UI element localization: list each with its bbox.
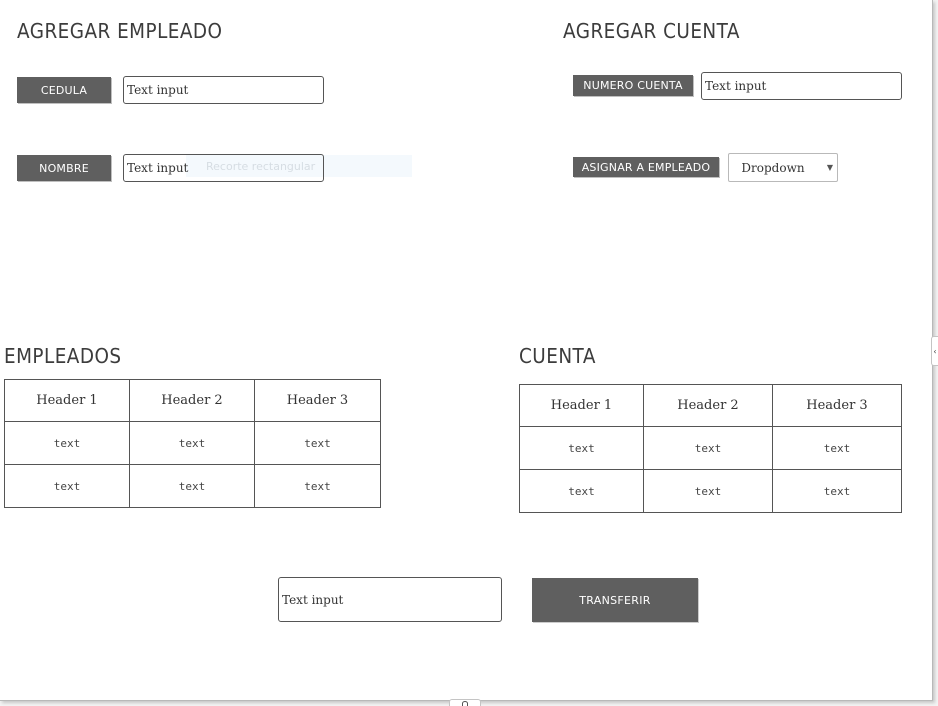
mockup-canvas: AGREGAR EMPLEADO CEDULA NOMBRE Recorte r… (0, 0, 933, 701)
empleados-table: Header 1 Header 2 Header 3 text text tex… (4, 379, 381, 508)
side-panel-handle[interactable]: ‹ (931, 336, 938, 366)
bottom-panel-handle[interactable] (449, 699, 481, 706)
table-row[interactable]: text text text (4, 421, 381, 465)
agregar-cuenta-title: AGREGAR CUENTA (563, 19, 740, 43)
table-cell: text (4, 464, 130, 508)
table-cell: text (772, 469, 902, 513)
table-cell: text (519, 469, 644, 513)
table-row[interactable]: text text text (519, 469, 902, 513)
table-header-row: Header 1 Header 2 Header 3 (519, 384, 902, 427)
cedula-input[interactable] (123, 76, 324, 104)
column-header[interactable]: Header 3 (772, 384, 902, 427)
table-row[interactable]: text text text (4, 464, 381, 508)
triangle-down-icon: ▼ (826, 163, 834, 172)
table-cell: text (4, 421, 130, 465)
column-header[interactable]: Header 1 (4, 379, 130, 422)
asignar-empleado-label: ASIGNAR A EMPLEADO (573, 157, 719, 177)
table-cell: text (772, 426, 902, 470)
empleados-title: EMPLEADOS (4, 344, 122, 368)
table-cell: text (643, 426, 773, 470)
table-cell: text (129, 421, 255, 465)
column-header[interactable]: Header 2 (643, 384, 773, 427)
table-cell: text (254, 421, 381, 465)
numero-cuenta-label: NUMERO CUENTA (573, 75, 693, 96)
empleado-dropdown[interactable]: Dropdown ▼ (728, 153, 838, 182)
column-header[interactable]: Header 2 (129, 379, 255, 422)
table-cell: text (643, 469, 773, 513)
nombre-input[interactable] (123, 154, 324, 182)
transfer-amount-input[interactable] (278, 577, 502, 622)
table-cell: text (519, 426, 644, 470)
table-row[interactable]: text text text (519, 426, 902, 470)
table-cell: text (129, 464, 255, 508)
column-header[interactable]: Header 3 (254, 379, 381, 422)
cedula-label: CEDULA (17, 77, 111, 103)
dropdown-value: Dropdown (741, 160, 805, 175)
agregar-empleado-title: AGREGAR EMPLEADO (17, 19, 223, 43)
table-header-row: Header 1 Header 2 Header 3 (4, 379, 381, 422)
numero-cuenta-input[interactable] (701, 72, 902, 100)
cuenta-title: CUENTA (519, 344, 596, 368)
nombre-label: NOMBRE (17, 155, 111, 181)
bottom-handle-icon (462, 701, 468, 706)
cuenta-table: Header 1 Header 2 Header 3 text text tex… (519, 384, 902, 513)
chevron-left-icon: ‹ (933, 346, 937, 356)
column-header[interactable]: Header 1 (519, 384, 644, 427)
transferir-button[interactable]: TRANSFERIR (532, 578, 698, 622)
table-cell: text (254, 464, 381, 508)
